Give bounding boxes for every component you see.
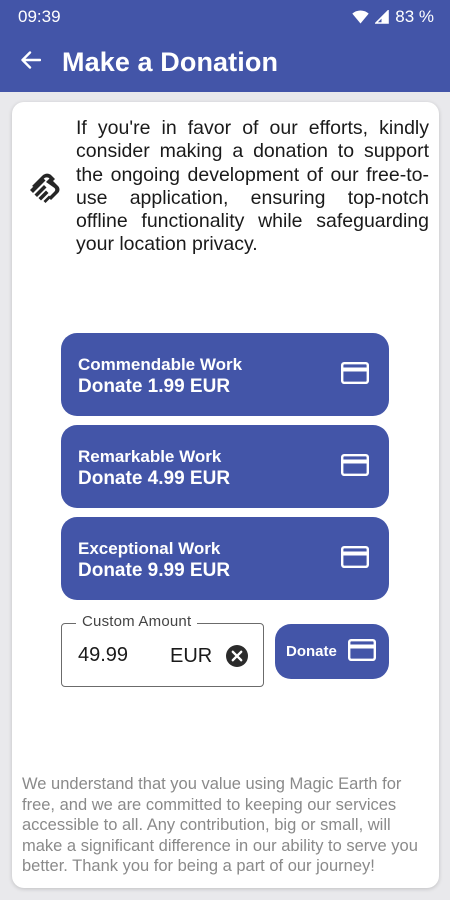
custom-amount-label: Custom Amount [76,613,198,630]
credit-card-icon [341,454,370,481]
status-time: 09:39 [18,6,61,26]
currency-label: EUR [170,645,213,667]
option-title: Exceptional Work [78,539,221,558]
option-title: Remarkable Work [78,447,222,466]
signal-icon [375,9,390,24]
option-title: Commendable Work [78,355,243,374]
donate-option-commendable[interactable]: Commendable Work Donate 1.99 EUR [61,333,389,416]
credit-card-icon [341,362,370,389]
donate-button-label: Donate [286,643,337,660]
option-price: Donate 9.99 EUR [78,560,231,581]
app-bar: 09:39 83 % Make a Donation [0,0,450,92]
clear-icon[interactable] [225,644,249,673]
battery-level: 83 % [395,6,434,26]
wifi-icon [352,9,369,24]
status-icons: 83 % [352,7,434,27]
custom-donate-button[interactable]: Donate [275,624,389,679]
donate-option-exceptional[interactable]: Exceptional Work Donate 9.99 EUR [61,517,389,600]
status-bar: 09:39 83 % [0,0,450,33]
custom-amount-input[interactable] [78,644,158,667]
handshake-icon [24,168,60,209]
option-price: Donate 4.99 EUR [78,468,231,489]
option-price: Donate 1.99 EUR [78,376,231,397]
credit-card-icon [341,546,370,573]
intro-text: If you're in favor of our efforts, kindl… [76,117,429,256]
back-arrow-icon [21,51,42,74]
footer-text: We understand that you value using Magic… [22,775,418,875]
donation-card: If you're in favor of our efforts, kindl… [12,102,439,888]
custom-amount-field: Custom Amount EUR [61,613,264,687]
back-button[interactable] [0,33,62,92]
page-title: Make a Donation [62,47,279,77]
credit-card-icon [348,639,377,666]
toolbar: Make a Donation [0,33,450,92]
donate-option-remarkable[interactable]: Remarkable Work Donate 4.99 EUR [61,425,389,508]
